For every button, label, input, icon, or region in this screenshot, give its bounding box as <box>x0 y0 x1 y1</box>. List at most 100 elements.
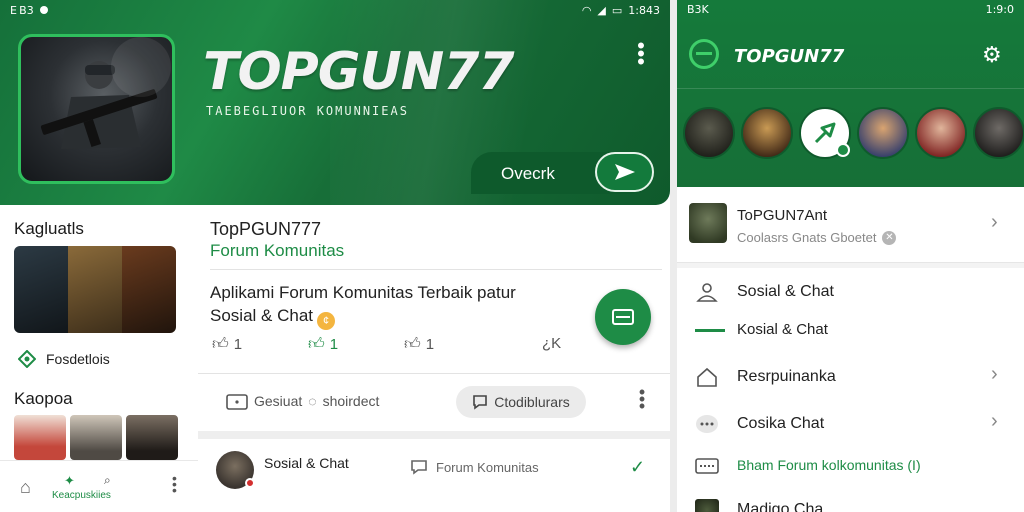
sidebar-section-title: Kaopoa <box>14 389 73 408</box>
hero-cta[interactable]: Ovecrk <box>471 152 654 194</box>
tab-label: Gesiuat <box>254 393 303 409</box>
story-avatar[interactable] <box>915 107 967 159</box>
more-vertical-icon[interactable]: • • • <box>172 471 177 497</box>
app-title: TOPGUN77 <box>203 42 515 102</box>
thumbs-up-icon: 👍︎ <box>212 336 229 353</box>
sidebar-section-title: Kagluatls <box>14 219 84 238</box>
menu-item-forum[interactable]: Bham Forum kolkomunitas (I) <box>677 446 1024 486</box>
divider <box>210 269 662 270</box>
hero-game-thumbnail[interactable] <box>18 34 175 184</box>
menu-item-label: Bham Forum kolkomunitas (I) <box>737 457 921 473</box>
menu-item-cosika-chat[interactable]: Cosika Chat › <box>677 404 1024 444</box>
post-body: Aplikami Forum Komunitas Terbaik patur S… <box>210 281 560 330</box>
soldier-illustration-icon <box>40 37 171 149</box>
like-button-active[interactable]: 👍︎ 1 <box>308 335 338 354</box>
like-button[interactable]: 👍︎ 1 <box>212 335 242 354</box>
person-avatar[interactable] <box>70 415 122 460</box>
forum-label: Forum Komunitas <box>436 459 539 475</box>
game-tile <box>14 246 68 333</box>
status-left-text: B3K <box>687 2 709 16</box>
menu-item-sosial-chat[interactable]: Sosial & Chat <box>677 272 1024 312</box>
share-label: ¿K <box>542 335 562 352</box>
battery-icon: ▭ <box>611 3 623 17</box>
logo-icon <box>689 39 719 69</box>
bolt-icon[interactable]: ✦ <box>64 473 75 489</box>
status-time: 1:9:0 <box>985 2 1014 16</box>
person-avatar[interactable] <box>14 415 66 460</box>
more-vertical-icon[interactable]: • • • <box>638 383 646 415</box>
people-list <box>14 415 178 460</box>
check-icon: ✓ <box>630 457 646 477</box>
story-avatar-active[interactable] <box>799 107 851 159</box>
chevron-right-icon: › <box>991 211 998 233</box>
home-icon[interactable]: ⌂ <box>20 477 31 498</box>
menu-item-label: Cosika Chat <box>737 415 825 432</box>
sidebar: Kagluatls Fosdetlois Kaopoa ⌂ ✦ ⌕ Keacpu… <box>0 205 198 512</box>
app-subtitle: TAEBEGLIUOR KOMUNNIEAS <box>206 104 409 118</box>
tab-direct[interactable]: Gesiuat ◌ shoirdect <box>226 392 379 410</box>
like-button[interactable]: 👍︎ 1 <box>404 335 434 354</box>
online-badge <box>836 143 850 157</box>
post-title: TopPGUN777 <box>210 219 322 239</box>
share-button[interactable]: ¿K <box>542 335 561 352</box>
avatar <box>689 203 727 243</box>
active-indicator-icon <box>695 329 725 332</box>
left-screen: E B3 ◠ ◢ ▭ 1:843 TOPGUN77 TAEBEGLIUOR KO… <box>0 0 670 512</box>
list-item-forum: Forum Komunitas <box>410 459 539 475</box>
comment-icon <box>411 460 427 475</box>
menu-item-madigo[interactable]: Madigo Cha <box>677 490 1024 512</box>
person-avatar[interactable] <box>126 415 178 460</box>
gear-icon[interactable]: ⚙ <box>982 42 1002 68</box>
story-avatar[interactable] <box>857 107 909 159</box>
compose-fab[interactable] <box>595 289 651 345</box>
tab-label: shoirdect <box>322 393 380 409</box>
story-avatar[interactable] <box>973 107 1024 159</box>
story-avatar[interactable] <box>741 107 793 159</box>
paper-plane-icon <box>614 164 635 180</box>
overflow-menu-icon[interactable]: • • • <box>636 35 646 73</box>
game-tile <box>68 246 122 333</box>
thumbs-up-icon: 👍︎ <box>404 336 421 353</box>
list-item[interactable]: Sosial & Chat Forum Komunitas ✓ <box>198 441 670 501</box>
close-icon[interactable]: ✕ <box>882 230 897 245</box>
status-left-text: E B3 <box>10 3 34 17</box>
menu-item-kosial-chat[interactable]: Kosial & Chat <box>677 310 1024 350</box>
person-icon <box>695 280 719 304</box>
divider <box>198 373 670 374</box>
status-bar: E B3 ◠ ◢ ▭ 1:843 <box>0 0 670 20</box>
profile-subtitle: Coolasrs Gnats Gboetet ✕ <box>737 230 897 245</box>
app-root: E B3 ◠ ◢ ▭ 1:843 TOPGUN77 TAEBEGLIUOR KO… <box>0 0 1024 512</box>
chat-bubble-icon: ◌ <box>308 393 317 409</box>
right-header: B3K 1:9:0 TOPGUN77 ⚙ <box>677 0 1024 187</box>
story-avatar[interactable] <box>683 107 735 159</box>
menu-item-label: Sosial & Chat <box>737 283 834 300</box>
menu-item-label: Resrpuinanka <box>737 368 836 385</box>
menu-item-resrpuinanka[interactable]: Resrpuinanka › <box>677 357 1024 397</box>
post-actions: 👍︎ 1 👍︎ 1 👍︎ 1 ¿K <box>212 335 572 357</box>
profile-subtitle-text: Coolasrs Gnats Gboetet <box>737 230 877 245</box>
send-button[interactable] <box>595 152 654 192</box>
thumbs-up-filled-icon: 👍︎ <box>308 336 325 353</box>
coin-icon: ¢ <box>317 312 335 330</box>
comment-icon <box>473 395 488 410</box>
section-separator <box>677 263 1024 268</box>
bottom-nav: ⌂ ✦ ⌕ Keacpuskiies • • • <box>0 460 198 512</box>
featured-games-banner[interactable] <box>14 246 176 333</box>
chevron-right-icon: › <box>991 410 998 432</box>
right-screen: B3K 1:9:0 TOPGUN77 ⚙ ToPGUN7Ant Coolasrs… <box>677 0 1024 512</box>
divider <box>677 88 1024 89</box>
stories-row <box>683 107 1024 159</box>
sidebar-favorites[interactable]: Fosdetlois <box>18 350 110 368</box>
list-item-title: Sosial & Chat <box>264 455 349 471</box>
notification-dot-icon <box>39 6 48 14</box>
trending-arrow-icon <box>814 122 836 144</box>
tab-contributors[interactable]: Ctodiblurars <box>456 386 586 418</box>
tv-icon <box>226 394 248 410</box>
search-icon[interactable]: ⌕ <box>104 473 111 488</box>
post-body-text: Aplikami Forum Komunitas Terbaik patur S… <box>210 283 516 325</box>
post-subtitle[interactable]: Forum Komunitas <box>210 241 344 261</box>
post-area: TopPGUN777 Forum Komunitas Aplikami Foru… <box>198 205 670 512</box>
chat-bubble-icon <box>695 412 719 436</box>
profile-card[interactable]: ToPGUN7Ant Coolasrs Gnats Gboetet ✕ › <box>677 187 1024 263</box>
profile-name: ToPGUN7Ant <box>737 207 828 224</box>
